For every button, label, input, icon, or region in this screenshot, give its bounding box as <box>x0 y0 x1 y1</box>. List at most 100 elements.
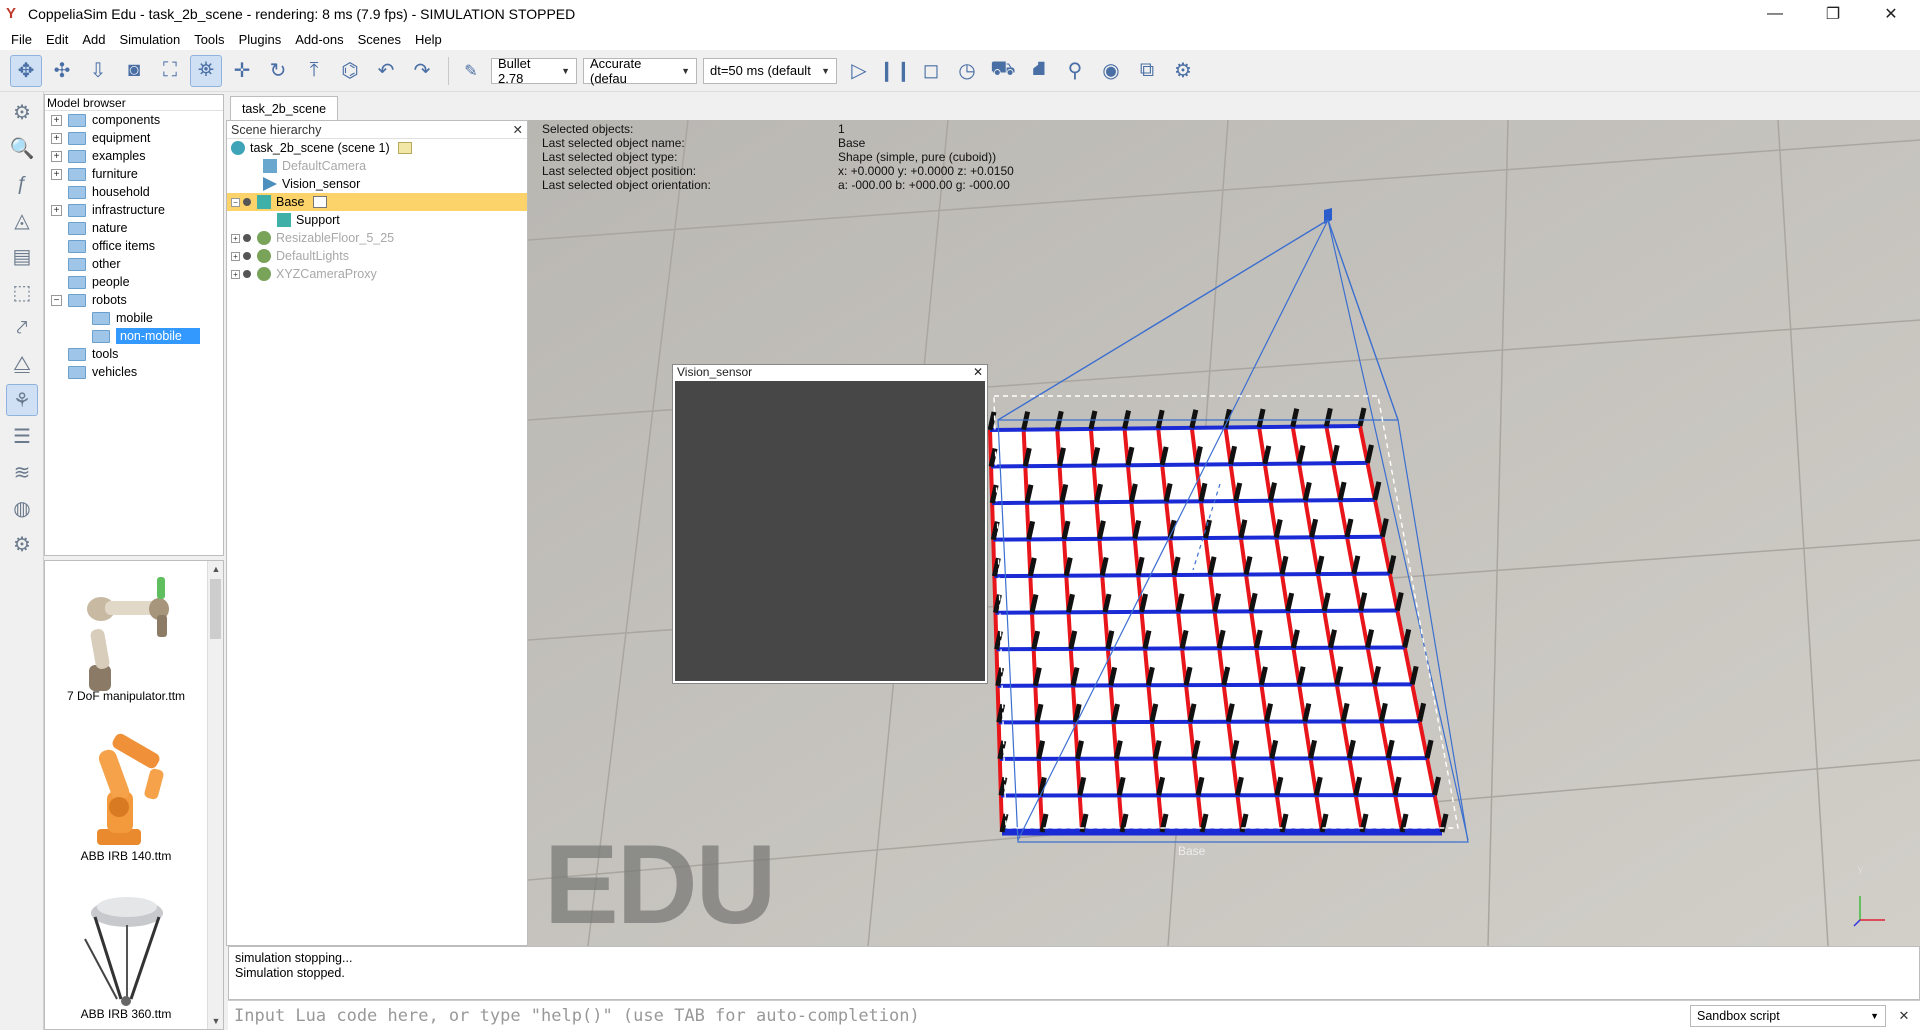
scrollbar-thumb[interactable] <box>210 579 221 639</box>
menu-plugins[interactable]: Plugins <box>232 32 289 47</box>
hierarchy-item-base[interactable]: − Base <box>227 193 527 211</box>
page-selector-icon[interactable]: ⧉ <box>1131 55 1163 87</box>
scene-selector-icon[interactable]: ⚙ <box>1167 55 1199 87</box>
menu-tools[interactable]: Tools <box>187 32 231 47</box>
model-browser-toggle-icon[interactable]: ⚘ <box>6 384 38 416</box>
model-folder-non-mobile[interactable]: non-mobile <box>45 327 223 345</box>
camera-angle-icon[interactable]: ◙ <box>118 55 150 87</box>
expand-icon[interactable]: + <box>51 132 62 144</box>
model-folder-people[interactable]: people <box>45 273 223 291</box>
scroll-down-icon[interactable]: ▼ <box>208 1013 224 1029</box>
collapse-icon[interactable]: − <box>231 197 240 207</box>
tab-scene[interactable]: task_2b_scene <box>230 96 338 120</box>
hierarchy-item-vision-sensor[interactable]: Vision_sensor <box>227 175 527 193</box>
expand-icon[interactable]: + <box>51 204 62 216</box>
play-icon[interactable]: ▷ <box>843 55 875 87</box>
layers-icon[interactable]: ▤ <box>6 240 38 272</box>
expand-icon[interactable]: + <box>231 251 240 261</box>
model-folder-nature[interactable]: nature <box>45 219 223 237</box>
visualization-toggle-icon[interactable]: ◉ <box>1095 55 1127 87</box>
timestep-select[interactable]: dt=50 ms (default ▼ <box>703 57 837 84</box>
minimize-button[interactable]: — <box>1746 0 1804 28</box>
model-folder-furniture[interactable]: + furniture <box>45 165 223 183</box>
collapse-icon[interactable]: − <box>51 294 62 306</box>
model-folder-household[interactable]: household <box>45 183 223 201</box>
environment-icon[interactable]: ◍ <box>6 492 38 524</box>
model-thumbnail[interactable]: 7 DoF manipulator.ttm <box>45 569 207 703</box>
hierarchy-item-default-lights[interactable]: + DefaultLights <box>227 247 527 265</box>
scene-viewport[interactable]: Base y EDU Selected objects: 1 Last selec… <box>528 120 1920 946</box>
menu-addons[interactable]: Add-ons <box>288 32 350 47</box>
hierarchy-item-scene[interactable]: task_2b_scene (scene 1) <box>227 139 527 157</box>
click-select-icon[interactable]: ⛯ <box>190 54 222 87</box>
script-icon[interactable] <box>312 196 327 208</box>
hierarchy-item-support[interactable]: Support <box>227 211 527 229</box>
expand-icon[interactable]: + <box>231 269 240 279</box>
menu-edit[interactable]: Edit <box>39 32 75 47</box>
menu-help[interactable]: Help <box>408 32 449 47</box>
scroll-up-icon[interactable]: ▲ <box>208 561 224 577</box>
speed-up-icon[interactable]: ⛘ <box>1023 55 1055 87</box>
object-properties-icon[interactable]: ⬚ <box>6 276 38 308</box>
model-visibility-icon[interactable] <box>243 270 251 278</box>
fit-to-view-icon[interactable]: ⛶ <box>154 55 186 87</box>
object-rotate-icon[interactable]: ↻ <box>262 55 294 87</box>
close-icon[interactable]: ✕ <box>1894 1008 1914 1024</box>
hierarchy-item-xyz-camera-proxy[interactable]: + XYZCameraProxy <box>227 265 527 283</box>
script-icon[interactable]: ƒ <box>6 168 38 200</box>
thumbnails-scrollbar[interactable]: ▲ ▼ <box>207 561 223 1029</box>
camera-pan-icon[interactable]: ✥ <box>10 54 42 87</box>
script-icon[interactable] <box>397 142 412 154</box>
model-folder-vehicles[interactable]: vehicles <box>45 363 223 381</box>
physics-engine-select[interactable]: Bullet 2.78 ▼ <box>491 56 577 86</box>
thread-rendering-icon[interactable]: ⚲ <box>1059 55 1091 87</box>
layers-stack-icon[interactable]: ≋ <box>6 456 38 488</box>
realtime-icon[interactable]: ◷ <box>951 55 983 87</box>
transfer-dna-icon[interactable]: ⌬ <box>334 55 366 87</box>
assemble-icon[interactable]: ⤒ <box>298 55 330 87</box>
script-type-select[interactable]: Sandbox script ▼ <box>1690 1004 1886 1027</box>
zoom-icon[interactable]: 🔍 <box>6 132 38 164</box>
camera-rotate-icon[interactable]: ✣ <box>46 55 78 87</box>
accuracy-select[interactable]: Accurate (defau ▼ <box>583 56 697 86</box>
menu-scenes[interactable]: Scenes <box>351 32 408 47</box>
object-shift-icon[interactable]: ✛ <box>226 55 258 87</box>
undo-icon[interactable]: ↶ <box>370 55 402 87</box>
expand-icon[interactable]: + <box>51 168 62 180</box>
model-folder-infrastructure[interactable]: + infrastructure <box>45 201 223 219</box>
close-icon[interactable]: ✕ <box>513 122 523 137</box>
slow-down-icon[interactable]: ⛟ <box>987 55 1019 87</box>
expand-icon[interactable]: + <box>51 150 62 162</box>
model-visibility-icon[interactable] <box>243 198 251 206</box>
model-folder-other[interactable]: other <box>45 255 223 273</box>
pause-icon[interactable]: ❙❙ <box>878 55 912 87</box>
redo-icon[interactable]: ↷ <box>406 55 438 87</box>
model-folder-examples[interactable]: + examples <box>45 147 223 165</box>
user-settings-icon[interactable]: ⚙ <box>6 528 38 560</box>
model-folder-equipment[interactable]: + equipment <box>45 129 223 147</box>
model-visibility-icon[interactable] <box>243 252 251 260</box>
collections-icon[interactable]: ⧋ <box>6 348 38 380</box>
hierarchy-item-floor[interactable]: + ResizableFloor_5_25 <box>227 229 527 247</box>
menu-add[interactable]: Add <box>75 32 112 47</box>
dynamics-icon[interactable]: ✎ <box>455 55 487 87</box>
vision-sensor-window[interactable]: Vision_sensor ✕ <box>672 364 988 684</box>
close-icon[interactable]: ✕ <box>973 365 983 379</box>
model-visibility-icon[interactable] <box>243 234 251 242</box>
model-folder-mobile[interactable]: mobile <box>45 309 223 327</box>
vision-sensor-window-header[interactable]: Vision_sensor ✕ <box>673 365 987 379</box>
scene-hierarchy-toggle-icon[interactable]: ☰ <box>6 420 38 452</box>
expand-icon[interactable]: + <box>51 114 62 126</box>
simulation-settings-icon[interactable]: ⚙ <box>6 96 38 128</box>
model-folder-tools[interactable]: tools <box>45 345 223 363</box>
close-button[interactable]: ✕ <box>1862 0 1920 28</box>
model-folder-components[interactable]: + components <box>45 111 223 129</box>
shape-edit-icon[interactable]: ◬ <box>6 204 38 236</box>
model-folder-robots[interactable]: − robots <box>45 291 223 309</box>
stop-icon[interactable]: ◻ <box>915 55 947 87</box>
hierarchy-item-default-camera[interactable]: DefaultCamera <box>227 157 527 175</box>
maximize-button[interactable]: ❐ <box>1804 0 1862 28</box>
model-thumbnail[interactable]: ABB IRB 360.ttm <box>45 887 207 1021</box>
menu-simulation[interactable]: Simulation <box>113 32 188 47</box>
expand-icon[interactable]: + <box>231 233 240 243</box>
